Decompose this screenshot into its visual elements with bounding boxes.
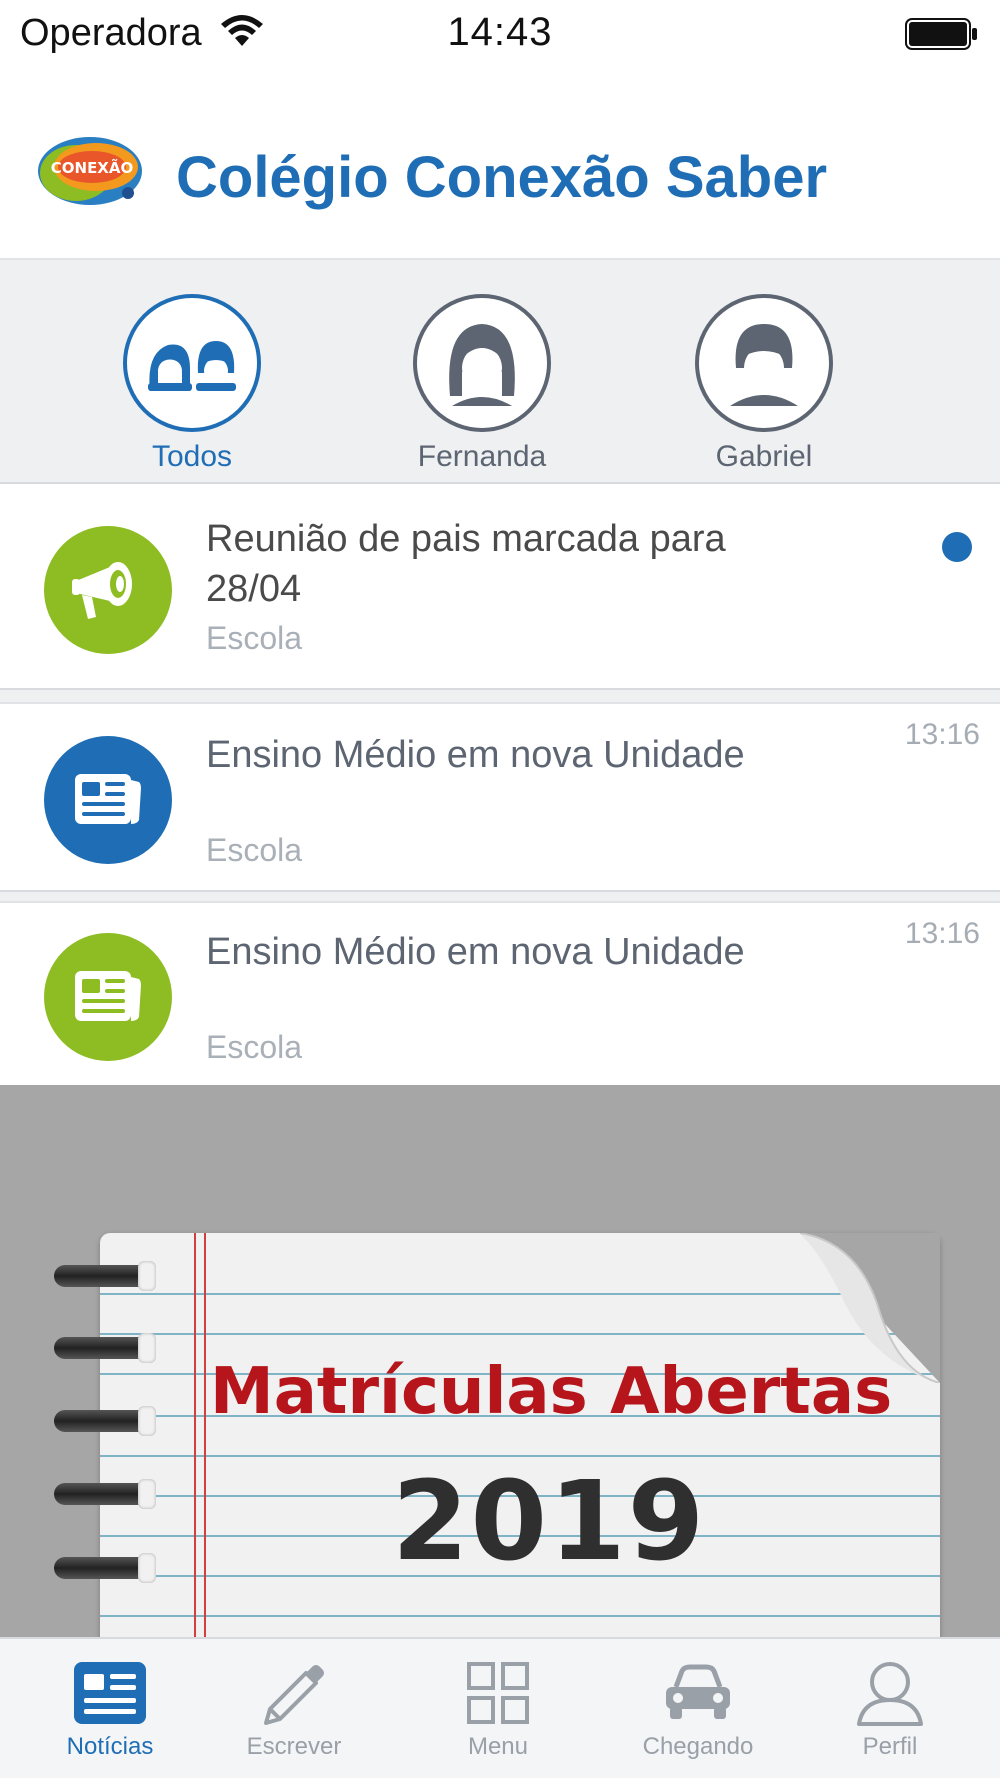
school-logo: CONEXÃO (38, 137, 142, 205)
tab-label: Escrever (246, 1733, 342, 1760)
grid-icon (467, 1662, 529, 1724)
battery-icon (905, 18, 977, 50)
spiral-ring (54, 1406, 156, 1436)
status-time: 14:43 (447, 10, 553, 54)
news-title: Reunião de pais marcada para 28/04 (206, 518, 726, 610)
tab-perfil[interactable]: Perfil (800, 1659, 980, 1761)
news-time: 13:16 (904, 718, 980, 751)
spiral-ring (54, 1261, 156, 1291)
tab-label: Chegando (642, 1733, 754, 1760)
filter-label: Todos (151, 440, 233, 473)
megaphone-icon (72, 562, 132, 619)
tab-chegando[interactable]: Chegando (608, 1659, 788, 1761)
news-source: Escola (206, 620, 303, 656)
tab-icon-wrap (72, 1659, 148, 1727)
filter-label: Fernanda (417, 440, 547, 473)
tab-icon-wrap (256, 1659, 332, 1727)
newspaper-icon (75, 774, 141, 824)
filter-fernanda[interactable]: Fernanda (402, 294, 562, 474)
news-source: Escola (206, 1029, 303, 1065)
filter-gabriel[interactable]: Gabriel (684, 294, 844, 474)
news-icon-circle (44, 736, 172, 864)
app-title: Colégio Conexão Saber (176, 145, 828, 210)
spiral-ring (54, 1333, 156, 1363)
car-icon (666, 1664, 730, 1719)
app-screen: Operadora 14:43 CONEXÃO Colégio Conexão … (0, 0, 1000, 1778)
two-children-icon (148, 341, 236, 391)
tab-label: Notícias (66, 1733, 154, 1760)
filter-todos[interactable]: Todos (112, 294, 272, 474)
bottom-tab-bar: Notícias Escrever Menu Chegando Perfil (0, 1637, 1000, 1778)
spiral-ring (54, 1553, 156, 1583)
tab-label: Perfil (862, 1733, 918, 1760)
banner-year: 2019 (392, 1457, 707, 1585)
enrollment-banner[interactable]: Matrículas Abertas 2019 (0, 1085, 1000, 1637)
filter-avatar (695, 294, 833, 432)
news-item[interactable]: Ensino Médio em nova Unidade Escola 13:1… (0, 901, 1000, 1085)
newspaper-icon (75, 971, 141, 1021)
margin-line (194, 1233, 196, 1637)
news-title: Ensino Médio em nova Unidade (206, 734, 745, 776)
paper-rule (100, 1615, 940, 1617)
pencil-icon (264, 1665, 324, 1725)
unread-indicator (942, 532, 972, 562)
news-time: 13:16 (904, 917, 980, 950)
logo-text: CONEXÃO (51, 158, 134, 177)
tab-icon-wrap (660, 1659, 736, 1727)
filter-label: Gabriel (715, 440, 813, 473)
tab-menu[interactable]: Menu (408, 1659, 588, 1761)
tab-icon-wrap (852, 1659, 928, 1727)
tab-noticias[interactable]: Notícias (20, 1659, 200, 1761)
newspaper-icon (74, 1662, 146, 1724)
spiral-ring (54, 1479, 156, 1509)
app-header: CONEXÃO Colégio Conexão Saber (0, 100, 1000, 256)
news-title: Ensino Médio em nova Unidade (206, 931, 745, 973)
status-bar: Operadora 14:43 (0, 0, 1000, 70)
boy-avatar-icon (730, 324, 798, 406)
news-item[interactable]: Ensino Médio em nova Unidade Escola 13:1… (0, 702, 1000, 890)
news-icon-circle (44, 526, 172, 654)
child-filter-bar: Todos Fernanda Gabriel (0, 258, 1000, 484)
news-source: Escola (206, 832, 303, 868)
filter-avatar (413, 294, 551, 432)
filter-avatar (123, 294, 261, 432)
tab-escrever[interactable]: Escrever (204, 1659, 384, 1761)
news-icon-circle (44, 933, 172, 1061)
news-item[interactable]: Reunião de pais marcada para 28/04 Escol… (0, 486, 1000, 688)
person-icon (857, 1662, 923, 1726)
tab-icon-wrap (460, 1659, 536, 1727)
margin-line (204, 1233, 206, 1637)
separator (0, 890, 1000, 901)
banner-title: Matrículas Abertas (210, 1355, 893, 1429)
girl-avatar-icon (449, 324, 515, 406)
separator (0, 688, 1000, 702)
tab-label: Menu (467, 1733, 529, 1760)
